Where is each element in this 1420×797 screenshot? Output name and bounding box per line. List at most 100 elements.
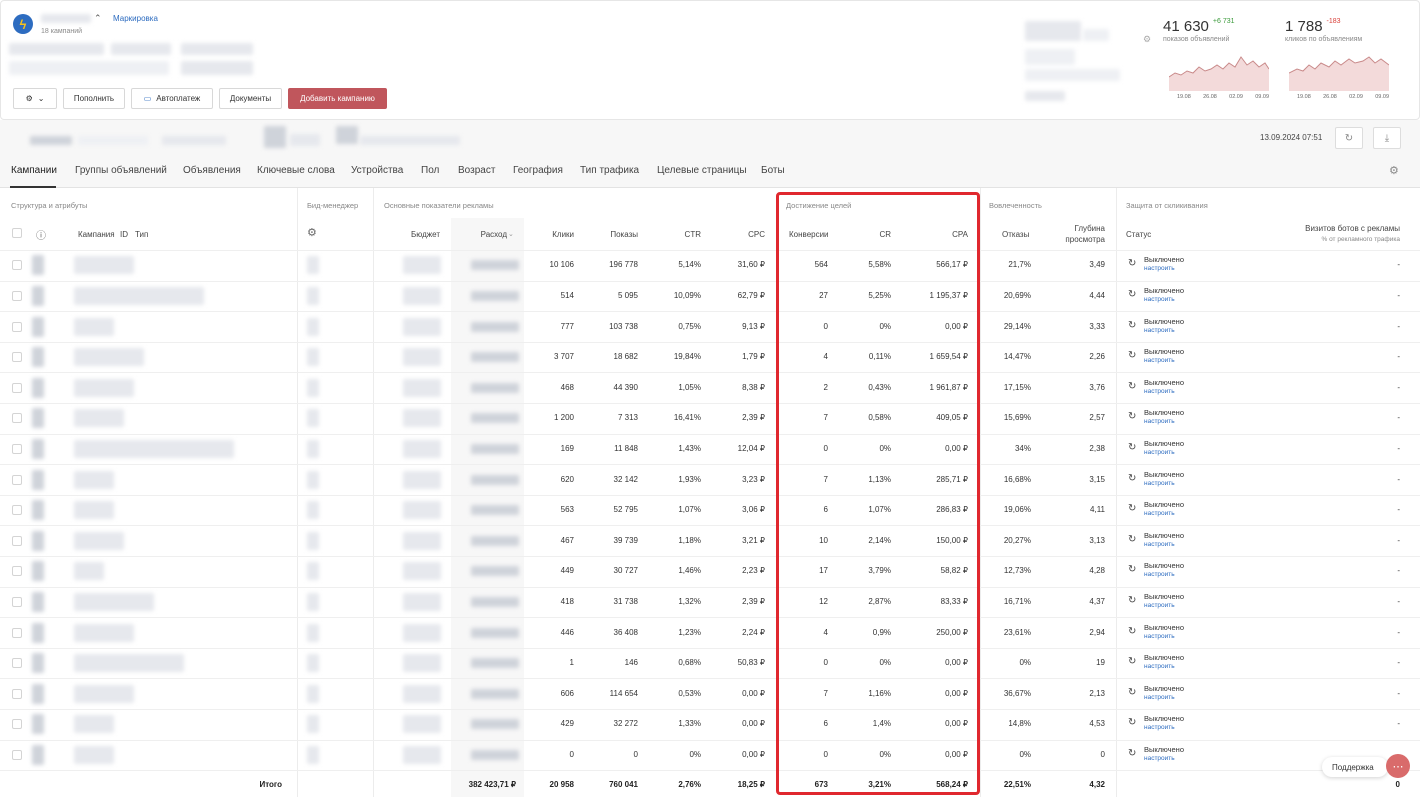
documents-button[interactable]: Документы [219,88,282,109]
row-checkbox[interactable] [12,413,22,424]
cell-cpc: 31,60 ₽ [737,260,765,270]
chevron-up-icon[interactable]: ⌃ [94,13,102,24]
autopay-button[interactable]: ▭ Автоплатеж [131,88,213,109]
configure-link[interactable]: настроить [1144,724,1184,731]
header-type[interactable]: Тип [135,230,148,239]
header-depth-line1[interactable]: Глубина [1050,224,1105,233]
protection-sync-icon[interactable]: ↻ [1128,381,1136,392]
tab-traffic-type[interactable]: Тип трафика [580,165,639,176]
marking-link[interactable]: Маркировка [113,14,158,23]
protection-sync-icon[interactable]: ↻ [1128,748,1136,759]
cell-bounces: 23,61% [1003,627,1031,637]
row-checkbox[interactable] [12,260,22,271]
refresh-icon[interactable]: ↻ [1335,127,1363,149]
configure-link[interactable]: настроить [1144,541,1184,548]
configure-link[interactable]: настроить [1144,755,1184,762]
tab-age[interactable]: Возраст [458,165,495,176]
row-checkbox[interactable] [12,688,22,699]
settings-dropdown-button[interactable]: ⚙ ⌄ [13,88,57,109]
header-cpc[interactable]: CPC [715,230,765,239]
header-ctr[interactable]: CTR [650,230,701,239]
row-checkbox[interactable] [12,658,22,669]
sort-desc-icon[interactable]: ⌄ [508,230,514,238]
support-chat-icon[interactable]: ⋯ [1386,754,1410,778]
protection-sync-icon[interactable]: ↻ [1128,350,1136,361]
configure-link[interactable]: настроить [1144,357,1184,364]
row-checkbox[interactable] [12,474,22,485]
add-campaign-button[interactable]: Добавить кампанию [288,88,387,109]
tab-keywords[interactable]: Ключевые слова [257,165,335,176]
protection-sync-icon[interactable]: ↻ [1128,656,1136,667]
configure-link[interactable]: настроить [1144,418,1184,425]
configure-link[interactable]: настроить [1144,571,1184,578]
tab-landing-pages[interactable]: Целевые страницы [657,165,747,176]
protection-sync-icon[interactable]: ↻ [1128,534,1136,545]
tab-geography[interactable]: География [513,165,563,176]
header-status[interactable]: Статус [1126,230,1151,239]
download-icon[interactable]: ⤓ [1373,127,1401,149]
report-datetime: 13.09.2024 07:51 [1260,133,1323,142]
row-checkbox[interactable] [12,290,22,301]
header-campaign[interactable]: Кампания [78,230,115,239]
tab-campaigns[interactable]: Кампании [11,165,57,176]
row-checkbox[interactable] [12,321,22,332]
header-bot-visits[interactable]: Визитов ботов с рекламы [1250,224,1400,233]
tab-devices[interactable]: Устройства [351,165,403,176]
header-conversions[interactable]: Конверсии [789,230,829,239]
stats-settings-gear-icon[interactable]: ⚙ [1143,34,1151,45]
protection-sync-icon[interactable]: ↻ [1128,595,1136,606]
header-depth-line2[interactable]: просмотра [1050,235,1105,244]
protection-sync-icon[interactable]: ↻ [1128,411,1136,422]
configure-link[interactable]: настроить [1144,388,1184,395]
protection-sync-icon[interactable]: ↻ [1128,503,1136,514]
tab-ad-groups[interactable]: Группы объявлений [75,165,167,176]
protection-sync-icon[interactable]: ↻ [1128,626,1136,637]
row-checkbox[interactable] [12,627,22,638]
row-checkbox[interactable] [12,382,22,393]
header-spend[interactable]: Расход [455,230,507,239]
header-id[interactable]: ID [120,230,128,239]
header-budget[interactable]: Бюджет [390,230,440,239]
row-checkbox[interactable] [12,443,22,454]
configure-link[interactable]: настроить [1144,265,1184,272]
row-checkbox[interactable] [12,535,22,546]
protection-sync-icon[interactable]: ↻ [1128,289,1136,300]
tab-gender[interactable]: Пол [421,165,439,176]
tab-bots[interactable]: Боты [761,165,785,176]
header-cpa[interactable]: CPA [910,230,968,239]
configure-link[interactable]: настроить [1144,510,1184,517]
configure-link[interactable]: настроить [1144,663,1184,670]
configure-link[interactable]: настроить [1144,327,1184,334]
row-checkbox[interactable] [12,596,22,607]
redacted-campaign-data [307,684,319,703]
configure-link[interactable]: настроить [1144,694,1184,701]
tab-ads[interactable]: Объявления [183,165,241,176]
configure-link[interactable]: настроить [1144,633,1184,640]
configure-link[interactable]: настроить [1144,449,1184,456]
info-icon[interactable]: ⓘ [36,227,46,242]
configure-link[interactable]: настроить [1144,480,1184,487]
protection-sync-icon[interactable]: ↻ [1128,442,1136,453]
row-checkbox[interactable] [12,719,22,730]
header-cr[interactable]: CR [840,230,891,239]
select-all-checkbox[interactable] [12,228,22,238]
configure-link[interactable]: настроить [1144,602,1184,609]
row-checkbox[interactable] [12,505,22,516]
row-checkbox[interactable] [12,352,22,363]
protection-sync-icon[interactable]: ↻ [1128,473,1136,484]
protection-sync-icon[interactable]: ↻ [1128,717,1136,728]
protection-sync-icon[interactable]: ↻ [1128,258,1136,269]
header-impressions[interactable]: Показы [586,230,638,239]
configure-link[interactable]: настроить [1144,296,1184,303]
bid-manager-icon[interactable]: ⚙ [307,226,317,239]
row-checkbox[interactable] [12,749,22,760]
header-clicks[interactable]: Клики [525,230,574,239]
protection-sync-icon[interactable]: ↻ [1128,564,1136,575]
protection-sync-icon[interactable]: ↻ [1128,687,1136,698]
support-button[interactable]: Поддержка [1322,757,1388,777]
row-checkbox[interactable] [12,566,22,577]
protection-sync-icon[interactable]: ↻ [1128,320,1136,331]
tabs-settings-gear-icon[interactable]: ⚙ [1389,164,1399,177]
header-bounces[interactable]: Отказы [1002,230,1029,239]
replenish-button[interactable]: Пополнить [63,88,125,109]
